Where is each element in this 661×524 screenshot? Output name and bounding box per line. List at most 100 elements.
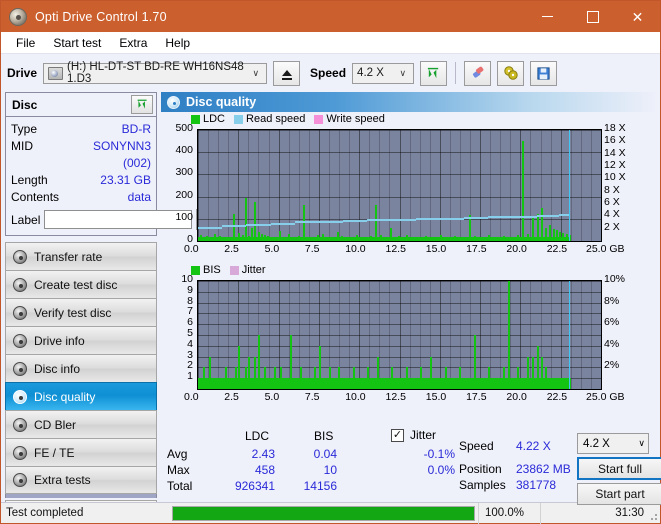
sidebar-item-label: Disc info	[34, 362, 80, 376]
gridline-vertical	[410, 130, 411, 241]
erase-button[interactable]	[464, 61, 491, 86]
y2-axis-tick-label: 2%	[604, 359, 619, 371]
bis-plot-area[interactable]	[197, 280, 602, 390]
legend-swatch-ldc	[191, 115, 200, 124]
app-window: Opti Drive Control 1.70 ✕ File Start tes…	[0, 0, 661, 524]
stats-avg-ldc: 2.43	[229, 447, 275, 461]
gridline-vertical	[500, 130, 501, 241]
menu-item-file[interactable]: File	[7, 34, 44, 52]
gridline-vertical	[561, 130, 562, 241]
sidebar-item-verify-test-disc[interactable]: Verify test disc	[5, 298, 157, 326]
jitter-checkbox[interactable]: ✓	[391, 429, 404, 442]
panel-header: Disc quality	[161, 92, 656, 112]
menu-bar: File Start test Extra Help	[1, 32, 660, 54]
y-axis-tick-label: 500	[161, 122, 193, 134]
y-axis-tick-label: 300	[161, 166, 193, 178]
save-button[interactable]	[530, 61, 557, 86]
chart-bar	[508, 281, 510, 389]
maximize-button[interactable]	[570, 1, 615, 32]
panel-title: Disc quality	[186, 95, 256, 109]
read-speed-line-segment	[559, 214, 569, 216]
gridline-vertical	[208, 130, 209, 241]
sidebar-item-fe-te[interactable]: FE / TE	[5, 438, 157, 466]
gridline-vertical	[601, 130, 602, 241]
menu-item-start-test[interactable]: Start test	[44, 34, 110, 52]
bis-chart-legend: BIS Jitter	[191, 264, 271, 276]
close-button[interactable]: ✕	[615, 1, 660, 32]
sidebar-item-disc-info[interactable]: Disc info	[5, 354, 157, 382]
gridline-vertical	[591, 130, 592, 241]
gridline-vertical	[581, 130, 582, 241]
stats-total-bis: 14156	[285, 479, 337, 493]
sidebar-item-transfer-rate[interactable]: Transfer rate	[5, 242, 157, 270]
speed-select-value: 4.2 X	[357, 67, 384, 79]
disc-row-contents-key: Contents	[11, 189, 73, 206]
start-part-button[interactable]: Start part	[577, 483, 661, 505]
ldc-plot-area[interactable]	[197, 129, 602, 242]
y-axis-tick-label: 4	[161, 338, 193, 350]
start-full-button[interactable]: Start full	[577, 457, 661, 480]
legend-entry-write-speed: Write speed	[314, 113, 385, 125]
chart-baseline-fill	[198, 378, 569, 389]
x-axis-tick-label: 22.5	[547, 391, 567, 403]
sidebar-item-extra-tests[interactable]: Extra tests	[5, 466, 157, 494]
speed-select[interactable]: 4.2 X ∨	[352, 63, 414, 84]
drive-select[interactable]: (H:) HL-DT-ST BD-RE WH16NS48 1.D3 ∨	[43, 63, 267, 84]
menu-item-help[interactable]: Help	[156, 34, 199, 52]
jitter-toggle[interactable]: ✓ Jitter	[391, 428, 436, 442]
x-axis-tick-label: 25.0 GB	[586, 391, 625, 403]
sidebar-item-drive-info[interactable]: Drive info	[5, 326, 157, 354]
gridline-vertical	[480, 130, 481, 241]
save-icon	[536, 66, 551, 81]
stats-col-bis: BIS	[314, 429, 333, 443]
speed-stat-value: 4.22 X	[516, 439, 551, 453]
chevron-down-icon: ∨	[394, 68, 411, 79]
sidebar-item-disc-quality[interactable]: Disc quality	[5, 382, 157, 410]
eject-icon	[282, 70, 292, 76]
refresh-button[interactable]	[420, 61, 447, 86]
y-axis-tick-label: 7	[161, 305, 193, 317]
position-value: 23862 MB	[516, 462, 571, 476]
sidebar-spacer	[5, 494, 157, 498]
status-message: Test completed	[1, 507, 169, 519]
y2-axis-tick-label: 6 X	[604, 196, 620, 208]
disc-row-mid-key: MID	[11, 138, 73, 172]
stats-total-ldc: 926341	[219, 479, 275, 493]
gridline-vertical	[490, 130, 491, 241]
gridline-vertical	[601, 281, 602, 389]
stats-avg-jitter: -0.1%	[403, 447, 455, 461]
legend-entry-ldc: LDC	[191, 113, 225, 125]
sidebar-item-cd-bler[interactable]: CD Bler	[5, 410, 157, 438]
x-axis-tick-label: 15.0	[426, 391, 446, 403]
minimize-button[interactable]	[525, 1, 570, 32]
read-speed-line-segment	[464, 217, 488, 219]
gridline-vertical	[551, 130, 552, 241]
y2-axis-tick-label: 6%	[604, 316, 619, 328]
stats-col-ldc: LDC	[245, 429, 269, 443]
y-axis-tick-label: 200	[161, 189, 193, 201]
eraser-icon	[470, 65, 486, 81]
progress-bar	[172, 506, 475, 521]
sidebar-nav: Transfer rate Create test disc Verify te…	[5, 242, 157, 494]
test-speed-select[interactable]: 4.2 X ∨	[577, 433, 649, 454]
jitter-label: Jitter	[410, 428, 436, 442]
stats-max-jitter: 0.0%	[403, 463, 455, 477]
y2-axis-tick-label: 4%	[604, 338, 619, 350]
eject-button[interactable]	[273, 61, 300, 86]
drive-select-value: (H:) HL-DT-ST BD-RE WH16NS48 1.D3	[67, 61, 247, 85]
discs-button[interactable]	[497, 61, 524, 86]
disc-row-contents-value: data	[128, 189, 151, 206]
resize-grip[interactable]	[647, 510, 658, 521]
disc-icon	[13, 446, 27, 460]
drive-icon	[48, 67, 63, 80]
legend-entry-jitter: Jitter	[230, 264, 266, 276]
disc-refresh-button[interactable]	[131, 95, 153, 114]
x-axis-tick-label: 10.0	[345, 243, 365, 255]
gridline-horizontal	[198, 174, 601, 175]
gridline-vertical	[400, 130, 401, 241]
disc-row-mid-value: SONYNN3 (002)	[73, 138, 151, 172]
menu-item-extra[interactable]: Extra	[110, 34, 156, 52]
sidebar-item-create-test-disc[interactable]: Create test disc	[5, 270, 157, 298]
disc-row-length-value: 23.31 GB	[100, 172, 151, 189]
x-axis-tick-label: 17.5	[466, 391, 486, 403]
